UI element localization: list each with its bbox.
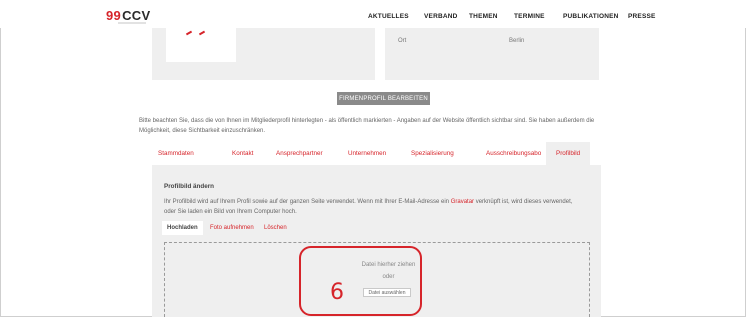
site-header: 99CCV AKTUELLES VERBAND THEMEN TERMINE P… xyxy=(0,0,746,28)
panel-description: Ihr Profilbild wird auf Ihrem Profil sow… xyxy=(164,198,584,217)
edit-company-profile-button[interactable]: FIRMENPROFIL BEARBEITEN xyxy=(337,92,430,105)
tab-spezialisierung[interactable]: Spezialisierung xyxy=(411,142,454,165)
tab-unternehmen[interactable]: Unternehmen xyxy=(348,142,386,165)
logo-stroke xyxy=(198,30,206,36)
nav-item-termine[interactable]: TERMINE xyxy=(514,13,545,20)
tab-profilbild[interactable]: Profilbild xyxy=(546,142,591,165)
tab-kontakt[interactable]: Kontakt xyxy=(232,142,253,165)
profile-details-box: Ort Berlin xyxy=(385,28,599,80)
profile-logo-box xyxy=(152,28,375,80)
tab-ansprechpartner[interactable]: Ansprechpartner xyxy=(276,142,323,165)
panel-title: Profilbild ändern xyxy=(164,183,215,190)
main-nav: AKTUELLES VERBAND THEMEN TERMINE PUBLIKA… xyxy=(0,13,746,25)
description-text: Ihr Profilbild wird auf Ihrem Profil sow… xyxy=(164,199,451,205)
annotation-highlight xyxy=(299,246,422,316)
subtab-hochladen[interactable]: Hochladen xyxy=(162,221,203,235)
city-value: Berlin xyxy=(509,38,525,44)
nav-item-aktuelles[interactable]: AKTUELLES xyxy=(368,13,409,20)
visibility-notice: Bitte beachten Sie, dass die von Ihnen i… xyxy=(139,118,595,134)
nav-item-verband[interactable]: VERBAND xyxy=(424,13,458,20)
nav-item-publikationen[interactable]: PUBLIKATIONEN xyxy=(563,13,619,20)
profile-tabs: Stammdaten Kontakt Ansprechpartner Unter… xyxy=(152,142,602,165)
gravatar-link[interactable]: Gravatar xyxy=(451,199,474,205)
nav-item-themen[interactable]: THEMEN xyxy=(469,13,498,20)
tab-ausschreibungsabo[interactable]: Ausschreibungsabo xyxy=(486,142,541,165)
subtab-loeschen[interactable]: Löschen xyxy=(264,221,287,235)
annotation-number: 6 xyxy=(330,280,344,305)
nav-item-presse[interactable]: PRESSE xyxy=(628,13,656,20)
logo-stroke xyxy=(185,30,193,36)
company-logo xyxy=(166,28,236,62)
city-label: Ort xyxy=(398,38,407,44)
tab-stammdaten[interactable]: Stammdaten xyxy=(158,142,194,165)
subtab-foto-aufnehmen[interactable]: Foto aufnehmen xyxy=(210,221,254,235)
